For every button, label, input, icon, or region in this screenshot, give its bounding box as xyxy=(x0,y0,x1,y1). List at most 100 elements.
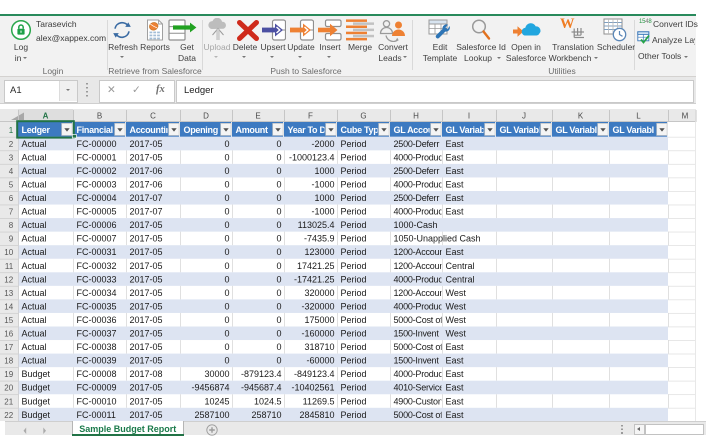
svg-text:0: 0 xyxy=(276,152,281,162)
svg-text:Period: Period xyxy=(341,329,367,339)
svg-text:5000-Cost of: 5000-Cost of xyxy=(394,410,444,420)
svg-text:1500-Invent: 1500-Invent xyxy=(394,329,440,339)
svg-text:Period: Period xyxy=(341,301,367,311)
svg-text:FC-00032: FC-00032 xyxy=(77,261,117,271)
svg-text:2017-05: 2017-05 xyxy=(130,315,163,325)
svg-text:13: 13 xyxy=(4,289,13,298)
svg-text:Period: Period xyxy=(341,288,367,298)
svg-text:West: West xyxy=(446,315,467,325)
svg-text:0: 0 xyxy=(276,356,281,366)
svg-text:2017-05: 2017-05 xyxy=(130,234,163,244)
svg-text:320000: 320000 xyxy=(304,288,334,298)
svg-text:Opening: Opening xyxy=(184,125,218,135)
svg-text:FC-00033: FC-00033 xyxy=(77,274,117,284)
svg-text:Budget: Budget xyxy=(22,369,51,379)
svg-text:19: 19 xyxy=(4,370,13,379)
svg-text:0: 0 xyxy=(224,152,229,162)
svg-text:10245: 10245 xyxy=(204,396,229,406)
svg-text:2500-Deferr: 2500-Deferr xyxy=(394,166,440,176)
svg-text:Period: Period xyxy=(341,356,367,366)
svg-text:20: 20 xyxy=(4,384,13,393)
svg-text:22: 22 xyxy=(4,411,13,420)
svg-text:-17421.25: -17421.25 xyxy=(294,274,335,284)
svg-text:Period: Period xyxy=(341,152,367,162)
svg-text:1200-Accour: 1200-Accour xyxy=(394,247,443,257)
svg-text:175000: 175000 xyxy=(304,315,334,325)
svg-text:11: 11 xyxy=(5,262,14,271)
svg-text:1024.5: 1024.5 xyxy=(254,396,282,406)
svg-text:F: F xyxy=(308,112,313,121)
svg-text:West: West xyxy=(446,329,467,339)
svg-text:2845810: 2845810 xyxy=(299,410,334,420)
svg-text:0: 0 xyxy=(224,247,229,257)
svg-text:318710: 318710 xyxy=(304,342,334,352)
svg-text:-9456874: -9456874 xyxy=(191,383,229,393)
svg-text:0: 0 xyxy=(224,234,229,244)
svg-text:0: 0 xyxy=(276,234,281,244)
svg-text:Actual: Actual xyxy=(22,342,47,352)
svg-text:C: C xyxy=(150,112,156,121)
svg-text:0: 0 xyxy=(276,301,281,311)
svg-text:East: East xyxy=(446,383,465,393)
svg-text:12: 12 xyxy=(4,275,13,284)
svg-text:17: 17 xyxy=(4,343,13,352)
svg-text:0: 0 xyxy=(224,220,229,230)
svg-text:Actual: Actual xyxy=(22,356,47,366)
svg-text:8: 8 xyxy=(9,221,14,230)
svg-text:2017-05: 2017-05 xyxy=(130,410,163,420)
svg-text:0: 0 xyxy=(224,179,229,189)
svg-text:2017-07: 2017-07 xyxy=(130,193,163,203)
svg-text:Actual: Actual xyxy=(22,288,47,298)
svg-text:2017-05: 2017-05 xyxy=(130,261,163,271)
svg-text:K: K xyxy=(578,112,584,121)
svg-text:Actual: Actual xyxy=(22,207,47,217)
svg-text:2017-05: 2017-05 xyxy=(130,383,163,393)
svg-text:FC-00011: FC-00011 xyxy=(77,410,116,420)
svg-text:East: East xyxy=(446,342,465,352)
svg-text:0: 0 xyxy=(224,139,229,149)
svg-text:Period: Period xyxy=(341,342,367,352)
svg-text:2017-05: 2017-05 xyxy=(130,342,163,352)
svg-text:16: 16 xyxy=(4,330,13,339)
svg-text:11269.5: 11269.5 xyxy=(303,396,335,406)
svg-text:Actual: Actual xyxy=(22,179,47,189)
svg-text:6: 6 xyxy=(9,194,14,203)
svg-text:113025.4: 113025.4 xyxy=(298,220,335,230)
svg-text:1200-Accour: 1200-Accour xyxy=(394,261,443,271)
svg-text:5000-Cost of: 5000-Cost of xyxy=(394,342,444,352)
svg-text:1000-Cash: 1000-Cash xyxy=(394,220,438,230)
svg-text:East: East xyxy=(446,166,465,176)
svg-text:2017-06: 2017-06 xyxy=(130,179,163,189)
svg-text:Period: Period xyxy=(341,369,367,379)
svg-text:30000: 30000 xyxy=(204,369,229,379)
svg-text:5: 5 xyxy=(9,180,14,189)
svg-text:4010-Service: 4010-Service xyxy=(394,383,445,393)
svg-text:East: East xyxy=(446,179,465,189)
svg-text:18: 18 xyxy=(4,357,13,366)
svg-text:E: E xyxy=(255,112,260,121)
svg-text:0: 0 xyxy=(224,329,229,339)
svg-text:4000-Produc: 4000-Produc xyxy=(394,301,444,311)
svg-text:FC-00005: FC-00005 xyxy=(77,207,117,217)
svg-text:7: 7 xyxy=(9,208,14,217)
svg-text:FC-00031: FC-00031 xyxy=(77,247,117,257)
svg-text:FC-00035: FC-00035 xyxy=(77,301,117,311)
svg-text:Actual: Actual xyxy=(22,166,47,176)
svg-text:-7435.9: -7435.9 xyxy=(304,234,335,244)
svg-text:Period: Period xyxy=(341,247,367,257)
svg-text:1500-Invent: 1500-Invent xyxy=(394,356,440,366)
svg-text:-60000: -60000 xyxy=(306,356,334,366)
svg-text:Period: Period xyxy=(341,234,367,244)
svg-text:GL Variabl: GL Variabl xyxy=(500,125,541,135)
svg-text:Actual: Actual xyxy=(22,234,47,244)
svg-text:Period: Period xyxy=(341,261,367,271)
svg-text:M: M xyxy=(682,112,689,121)
svg-text:258710: 258710 xyxy=(251,410,281,420)
svg-text:D: D xyxy=(203,112,209,121)
svg-text:Actual: Actual xyxy=(22,152,47,162)
svg-text:FC-00034: FC-00034 xyxy=(77,288,117,298)
svg-text:Actual: Actual xyxy=(22,247,47,257)
svg-text:G: G xyxy=(360,112,366,121)
svg-text:FC-00007: FC-00007 xyxy=(77,234,117,244)
svg-text:Ledger: Ledger xyxy=(22,125,51,135)
